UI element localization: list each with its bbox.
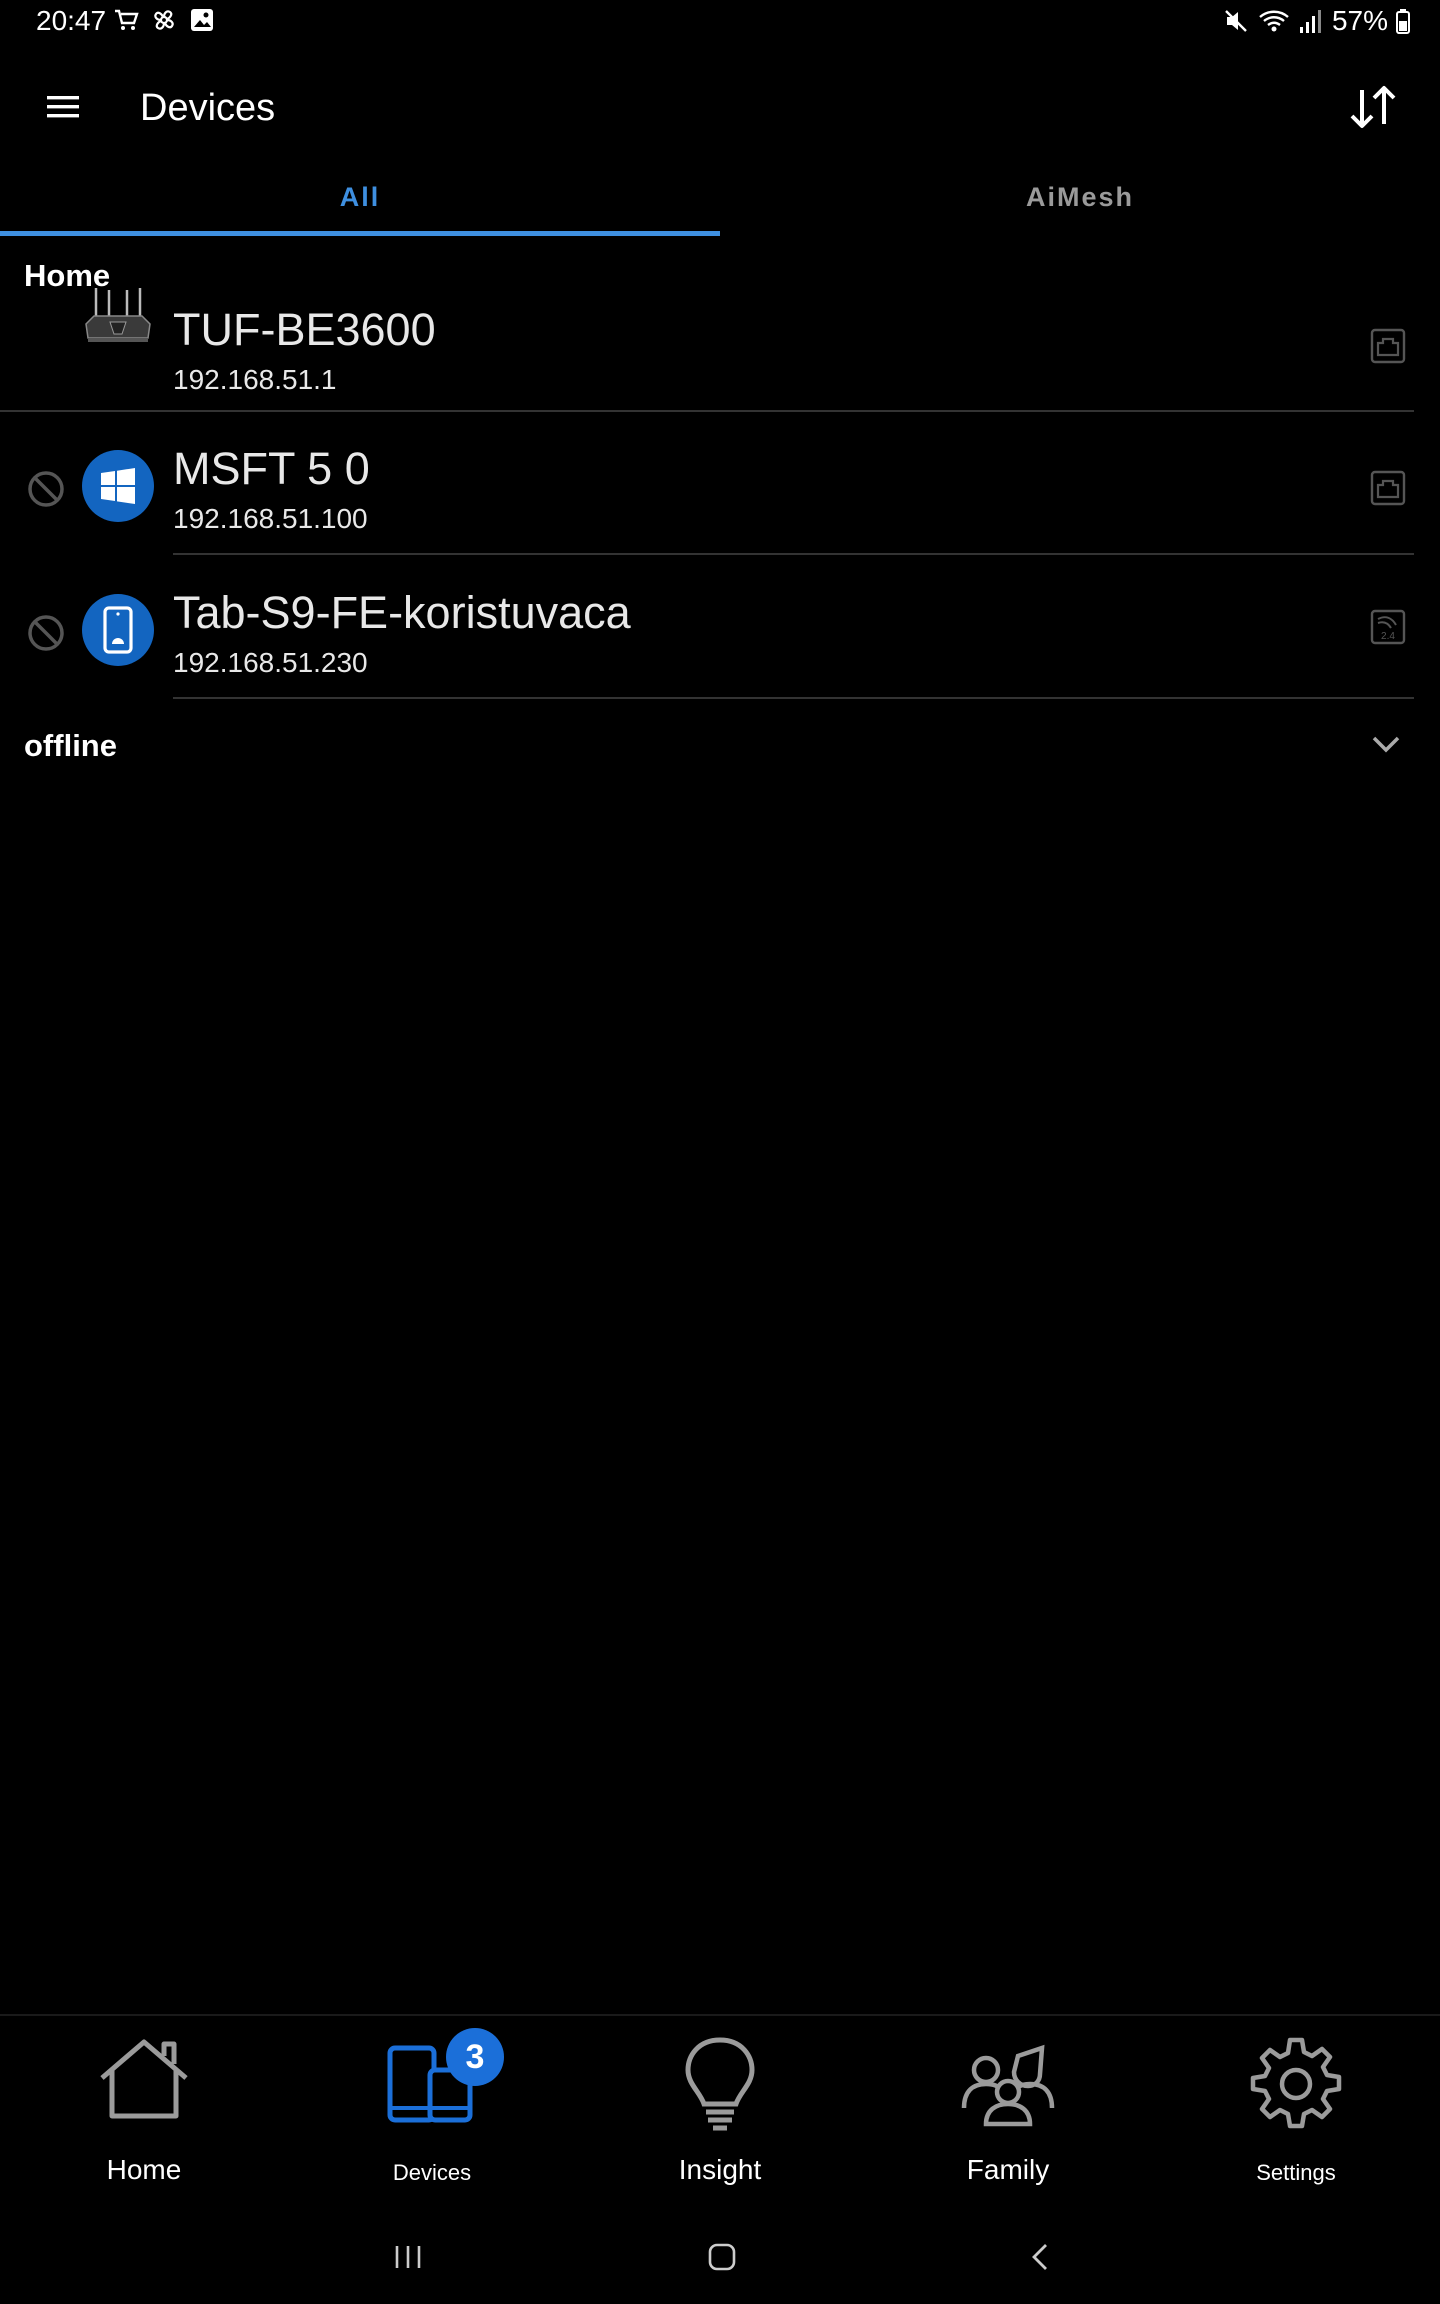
windows-icon: [82, 450, 154, 522]
battery-percent: 57%: [1331, 5, 1388, 36]
wifi-status-icon: [1259, 10, 1289, 32]
nav-label: Home: [106, 2154, 182, 2185]
sort-arrows-icon: [1350, 86, 1396, 128]
nav-item-devices[interactable]: 3 Devices: [288, 2016, 576, 2194]
ethernet-icon: [1370, 470, 1406, 506]
block-icon[interactable]: [25, 612, 67, 654]
device-row[interactable]: Tab-S9-FE-koristuvaca 192.168.51.230 2.4: [0, 557, 1440, 699]
recent-apps-icon: [395, 2246, 421, 2268]
device-row[interactable]: MSFT 5 0 192.168.51.100: [0, 413, 1440, 555]
row-divider: [0, 410, 1414, 412]
device-ip: 192.168.51.1: [173, 364, 337, 395]
tab-bar: All AiMesh: [0, 164, 1440, 236]
sort-button[interactable]: [1338, 72, 1408, 142]
ethernet-icon: [1370, 328, 1406, 364]
page-title: Devices: [140, 87, 276, 129]
block-icon[interactable]: [25, 468, 67, 510]
tab-all[interactable]: All: [0, 164, 720, 236]
house-icon: [100, 2039, 188, 2119]
row-divider: [173, 553, 1414, 555]
pinwheel-icon: [154, 10, 174, 30]
signal-icon: [1299, 10, 1321, 33]
home-system-button[interactable]: [692, 2232, 752, 2282]
recent-apps-button[interactable]: [378, 2232, 438, 2282]
nav-item-insight[interactable]: Insight: [576, 2016, 864, 2194]
nav-label: Insight: [678, 2154, 762, 2185]
system-navigation-bar: [0, 2220, 1440, 2304]
chevron-down-icon[interactable]: [1366, 724, 1406, 764]
back-chevron-icon: [1032, 2244, 1047, 2270]
image-icon: [191, 9, 213, 31]
cart-icon: [115, 9, 139, 30]
bottom-navigation: Home 3 Devices Insight Family Settings: [0, 2014, 1440, 2194]
device-name: TUF-BE3600: [173, 304, 436, 355]
nav-item-settings[interactable]: Settings: [1152, 2016, 1440, 2194]
status-time: 20:47: [36, 5, 107, 36]
nav-item-family[interactable]: Family: [864, 2016, 1152, 2194]
nav-label: Devices: [392, 2160, 472, 2185]
mute-icon: [1225, 10, 1247, 32]
status-bar: 20:47 57%: [0, 0, 1440, 42]
menu-button[interactable]: [34, 78, 92, 136]
device-name: MSFT 5 0: [173, 443, 370, 494]
nav-label: Family: [966, 2154, 1050, 2185]
device-row[interactable]: TUF-BE3600 192.168.51.1: [0, 270, 1440, 412]
wifi-band-label: 2.4: [1381, 631, 1395, 642]
devices-count-badge: 3: [446, 2028, 504, 2086]
home-square-icon: [708, 2243, 736, 2271]
nav-item-home[interactable]: Home: [0, 2016, 288, 2194]
lightbulb-icon: [685, 2037, 755, 2131]
hamburger-icon: [47, 96, 79, 118]
app-bar: Devices: [0, 60, 1440, 172]
back-button[interactable]: [1010, 2232, 1070, 2282]
app-root: 20:47 57% Devices All AiMesh Home TUF-BE…: [0, 0, 1440, 2304]
section-header-offline[interactable]: offline: [24, 728, 117, 764]
device-ip: 192.168.51.230: [173, 647, 368, 678]
battery-icon: [1396, 9, 1410, 34]
tablet-icon: [82, 594, 154, 666]
family-icon: [961, 2044, 1055, 2127]
device-ip: 192.168.51.100: [173, 503, 368, 534]
gear-icon: [1250, 2037, 1342, 2129]
wifi-2-4-icon: 2.4: [1370, 609, 1406, 645]
tab-aimesh[interactable]: AiMesh: [720, 164, 1440, 236]
status-system-icons: 57%: [1222, 5, 1410, 37]
nav-label: Settings: [1256, 2160, 1336, 2185]
row-divider: [173, 697, 1414, 699]
device-name: Tab-S9-FE-koristuvaca: [173, 587, 631, 638]
status-notification-icons: [112, 6, 216, 34]
router-icon: [85, 288, 151, 342]
